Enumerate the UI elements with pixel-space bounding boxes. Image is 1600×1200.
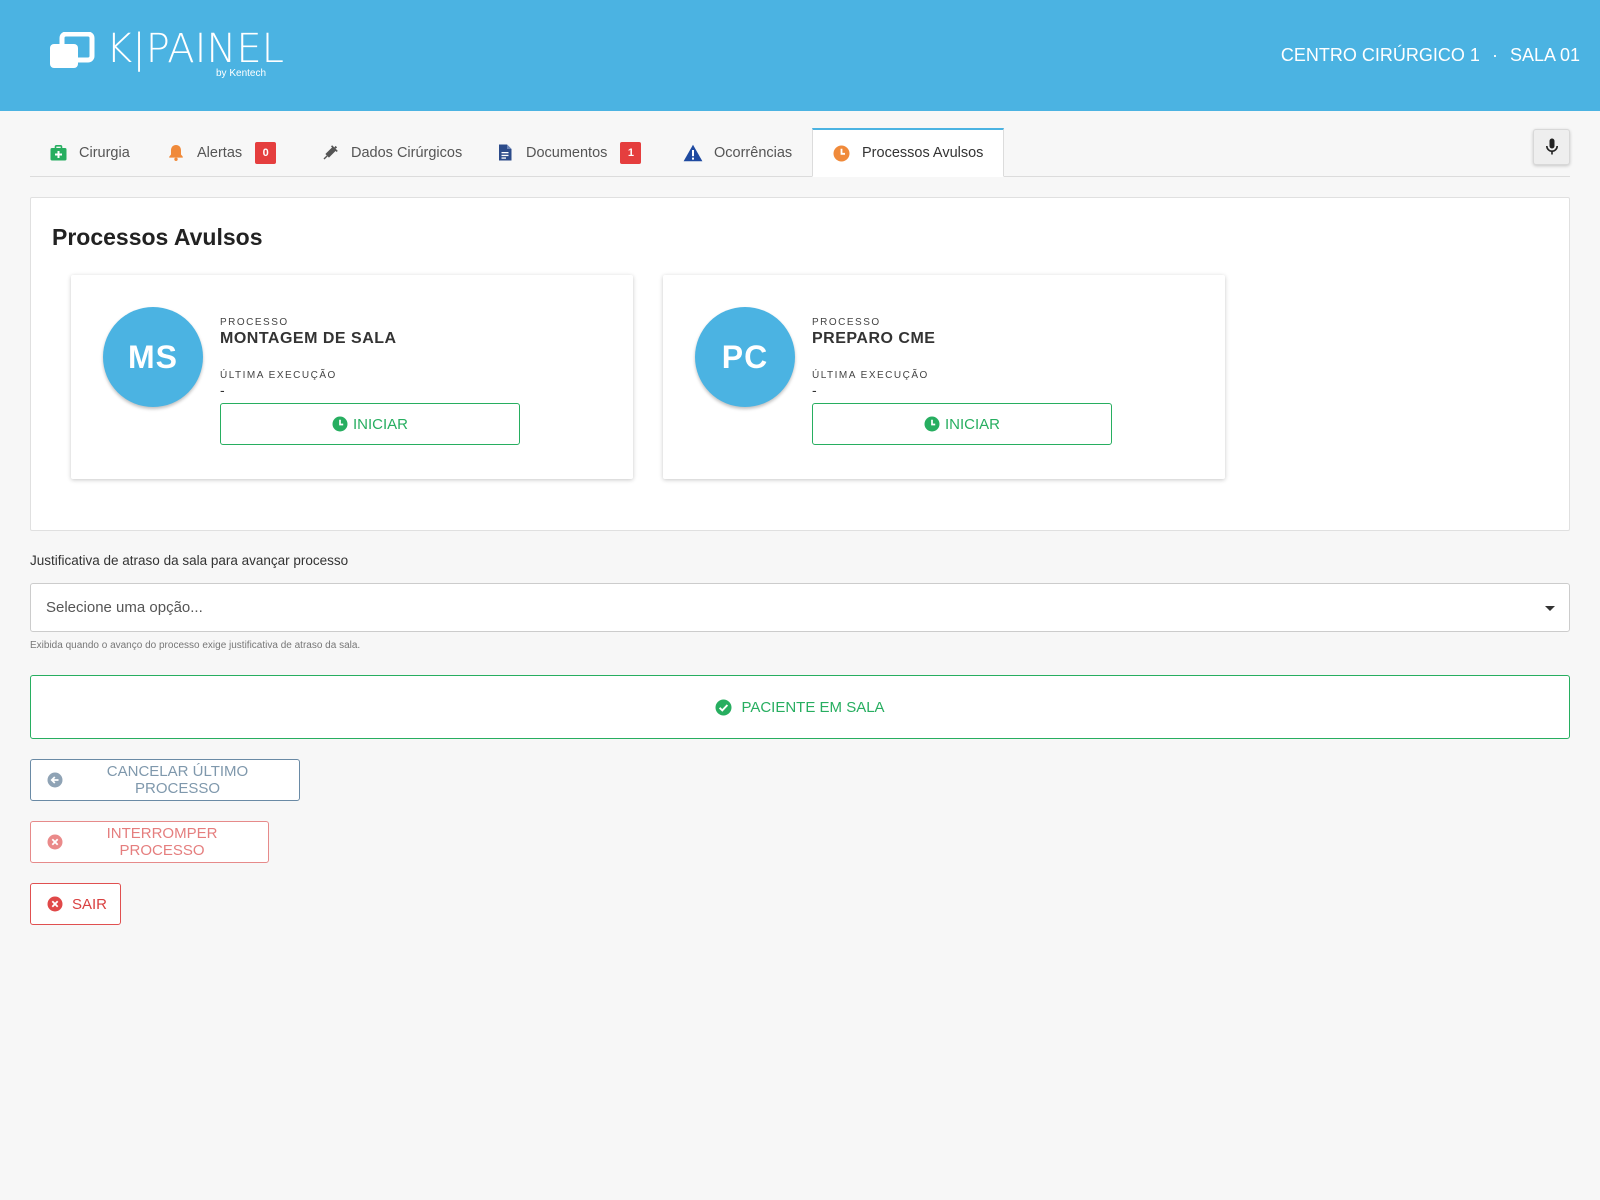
process-label: PROCESSO: [812, 317, 881, 328]
x-circle-icon: [47, 896, 63, 912]
location-separator: ·: [1491, 45, 1498, 65]
arrow-left-circle-icon: [47, 772, 63, 788]
process-name: MONTAGEM DE SALA: [220, 330, 397, 347]
header-bar: K|PAINEL by Kentech CENTRO CIRÚRGICO 1 · S…: [0, 0, 1600, 111]
process-card-montagem: MS PROCESSO MONTAGEM DE SALA ÚLTIMA EXEC…: [71, 275, 633, 479]
location-info: CENTRO CIRÚRGICO 1 · SALA 01: [1281, 44, 1580, 66]
first-aid-kit-icon: [48, 143, 68, 163]
tab-label: Alertas: [197, 144, 243, 161]
check-circle-icon: [715, 699, 732, 716]
interrupt-process-label: INTERROMPER PROCESSO: [106, 825, 218, 859]
process-avatar: PC: [695, 307, 795, 407]
select-placeholder: Selecione uma opção...: [46, 599, 203, 616]
surgical-center-name: CENTRO CIRÚRGICO 1: [1280, 45, 1480, 65]
panel-title: Processos Avulsos: [52, 224, 263, 250]
start-button-label: INICIAR: [352, 415, 408, 433]
interrupt-process-button[interactable]: INTERROMPER PROCESSO: [30, 821, 269, 863]
start-button-label: INICIAR: [944, 415, 1000, 433]
justification-select[interactable]: Selecione uma opção...: [30, 583, 1570, 632]
process-card-preparo-cme: PC PROCESSO PREPARO CME ÚLTIMA EXECUÇÃO …: [663, 275, 1225, 479]
start-button[interactable]: INICIAR: [220, 403, 520, 445]
process-label: PROCESSO: [220, 317, 289, 328]
tab-label: Dados Cirúrgicos: [351, 144, 463, 161]
patient-in-room-button[interactable]: PACIENTE EM SALA: [30, 675, 1570, 739]
start-button[interactable]: INICIAR: [812, 403, 1112, 445]
kpainel-logo: K|PAINEL by Kentech: [48, 26, 284, 80]
last-execution-label: ÚLTIMA EXECUÇÃO: [220, 370, 337, 381]
bell-icon: [166, 143, 186, 163]
patient-in-room-label: PACIENTE EM SALA: [741, 698, 885, 716]
process-name: PREPARO CME: [812, 330, 936, 347]
justification-label: Justificativa de atraso da sala para ava…: [30, 553, 349, 568]
logo-subtext: by Kentech: [216, 68, 267, 79]
documents-count-badge: 1: [620, 141, 642, 164]
last-execution-label: ÚLTIMA EXECUÇÃO: [812, 370, 929, 381]
logo-mark-icon: [50, 32, 95, 68]
cancel-last-process-label: CANCELAR ÚLTIMO PROCESSO: [106, 763, 249, 797]
tab-documentos[interactable]: Documentos 1: [495, 128, 642, 177]
clock-icon: [924, 416, 940, 432]
exit-button[interactable]: SAIR: [30, 883, 121, 925]
tab-cirurgia[interactable]: Cirurgia: [48, 128, 130, 177]
x-circle-icon: [47, 834, 63, 850]
process-avatar: MS: [103, 307, 203, 407]
tab-ocorrencias[interactable]: Ocorrências: [683, 128, 792, 177]
processes-panel: Processos Avulsos MS PROCESSO MONTAGEM D…: [30, 197, 1570, 531]
last-execution-value: -: [812, 382, 817, 398]
tab-label: Processos Avulsos: [862, 145, 984, 161]
tab-label: Documentos: [526, 144, 608, 161]
exit-label: SAIR: [72, 895, 108, 913]
last-execution-value: -: [220, 382, 225, 398]
clock-icon: [831, 143, 851, 163]
microphone-icon: [1545, 138, 1558, 155]
document-icon: [495, 143, 515, 163]
caret-down-icon: [1545, 606, 1555, 611]
tab-bar: Cirurgia Alertas 0 Dados Cirúrgicos Docu…: [30, 128, 1570, 177]
justification-hint: Exibida quando o avanço do processo exig…: [30, 640, 361, 651]
room-name: SALA 01: [1509, 45, 1580, 65]
tab-processos-avulsos[interactable]: Processos Avulsos: [812, 128, 1005, 177]
tab-dados-cirurgicos[interactable]: Dados Cirúrgicos: [320, 128, 462, 177]
warning-icon: [683, 143, 703, 163]
syringe-icon: [320, 143, 340, 163]
microphone-button[interactable]: [1533, 129, 1570, 165]
clock-icon: [332, 416, 348, 432]
tab-label: Cirurgia: [79, 144, 130, 161]
cancel-last-process-button[interactable]: CANCELAR ÚLTIMO PROCESSO: [30, 759, 300, 801]
logo-text: K|PAINEL: [106, 26, 284, 72]
tab-label: Ocorrências: [714, 144, 793, 161]
alerts-count-badge: 0: [255, 141, 277, 164]
tab-alertas[interactable]: Alertas 0: [166, 128, 277, 177]
